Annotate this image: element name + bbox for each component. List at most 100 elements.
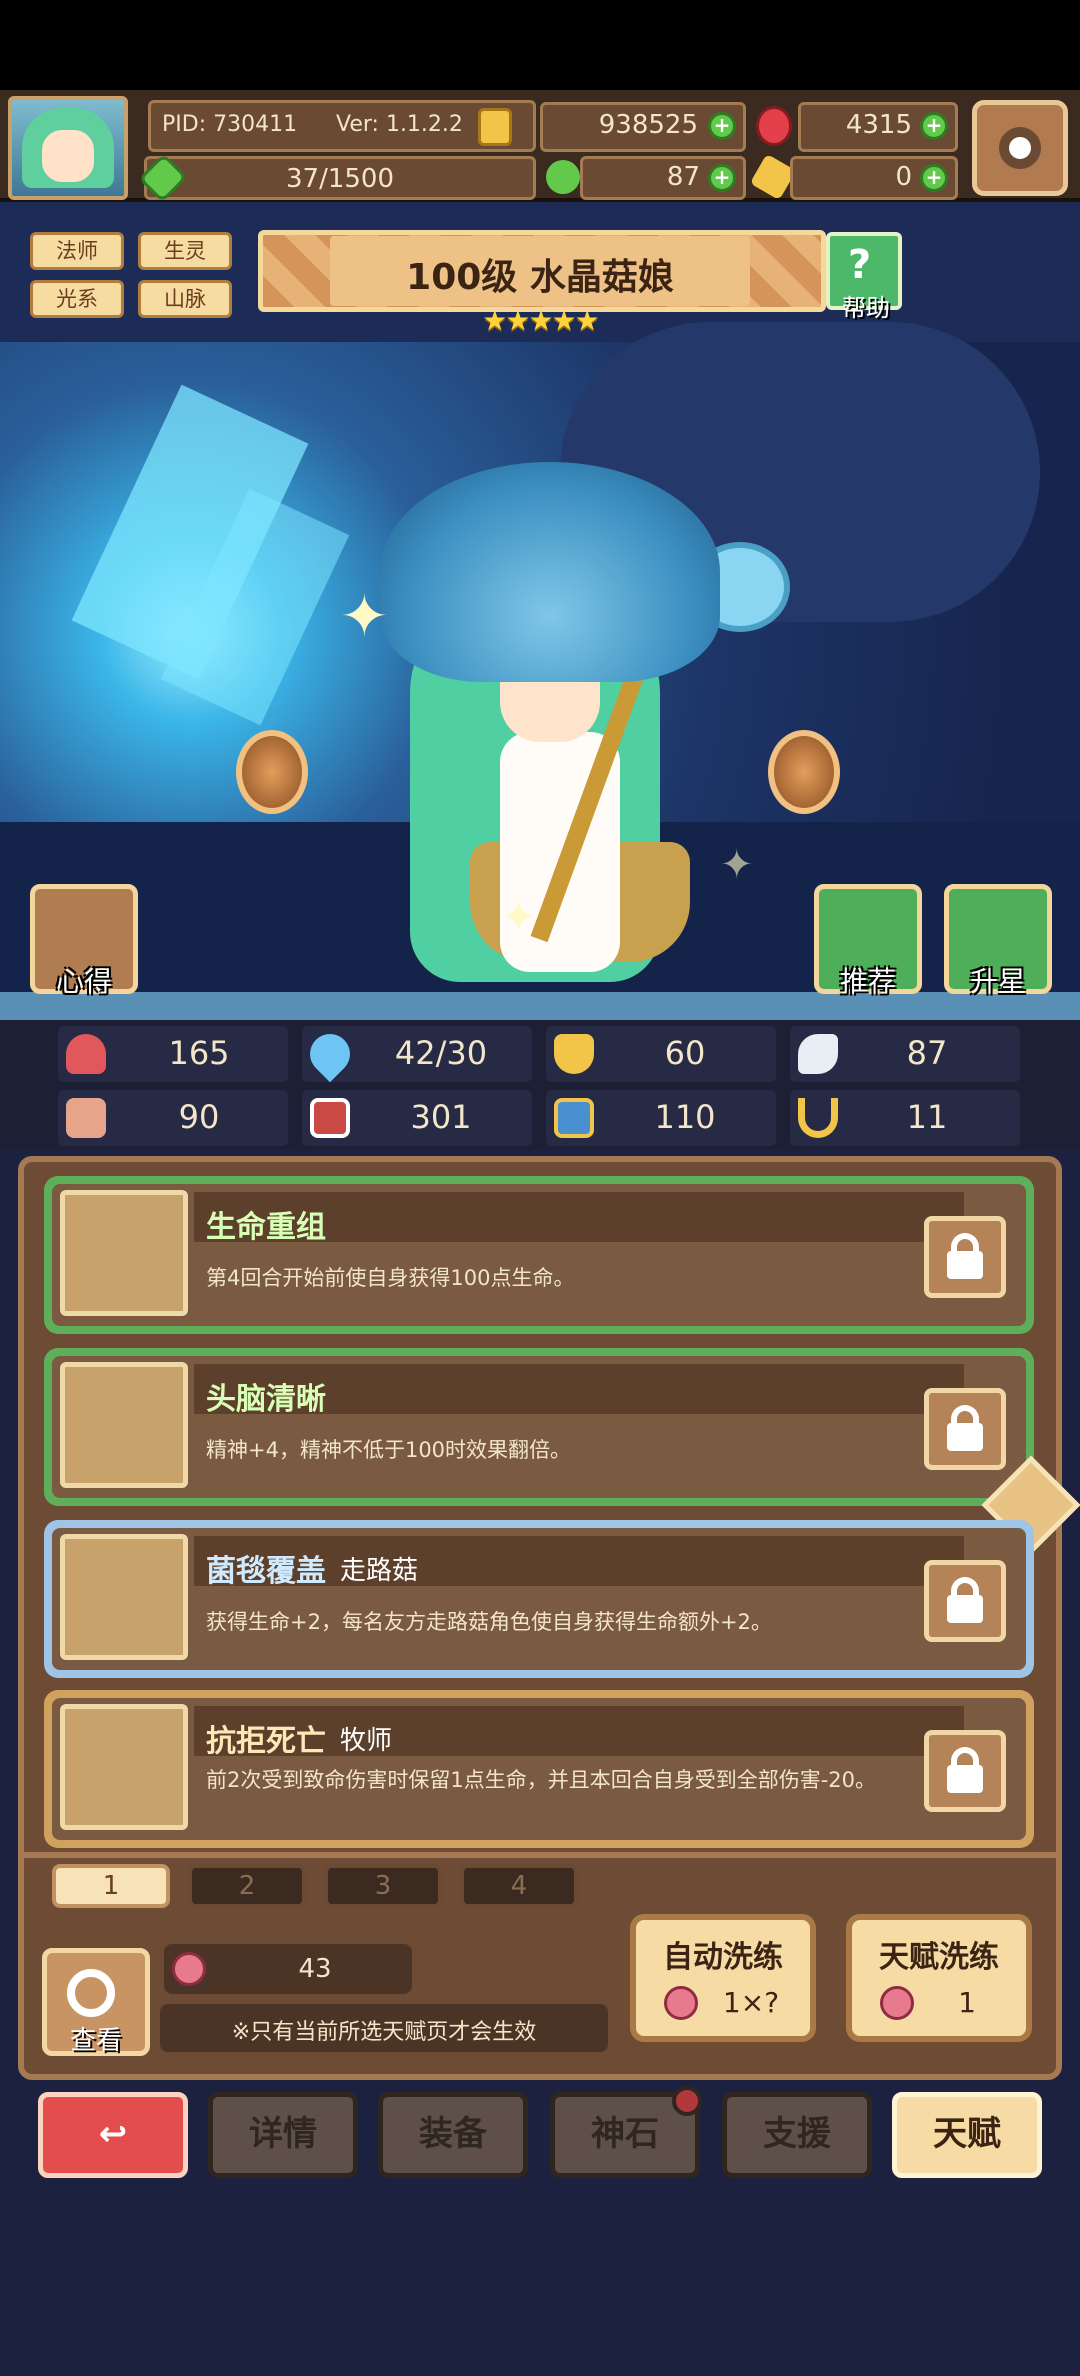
fist-icon (66, 1098, 106, 1138)
talent-card[interactable]: 生命重组 第4回合开始前使自身获得100点生命。 (44, 1176, 1034, 1334)
talent-desc: 前2次受到致命伤害时保留1点生命，并且本回合自身受到全部伤害-20。 (206, 1768, 877, 1792)
add-clover-button[interactable]: + (708, 164, 736, 192)
stat-defense-value: 110 (654, 1098, 716, 1136)
gold-coin-icon (478, 108, 512, 146)
stat-mana-value: 42/30 (394, 1034, 488, 1072)
lock-toggle-button[interactable] (924, 1730, 1006, 1812)
talent-name: 菌毯覆盖 (206, 1554, 326, 1589)
talent-tag: 走路菇 (340, 1556, 419, 1586)
notification-dot (672, 2086, 702, 2116)
fruit-icon (664, 1986, 698, 2020)
sparkle-icon: ✦ (500, 892, 537, 943)
class-tag-mage[interactable]: 法师 (30, 232, 124, 270)
status-bar (0, 0, 1080, 90)
lock-icon (947, 1765, 983, 1793)
cross-plus-icon (60, 1190, 188, 1316)
nav-talent[interactable]: 天赋 (892, 2092, 1042, 2178)
stat-speed-value: 87 (906, 1034, 948, 1072)
auto-reroll-cost: 1×? (722, 1986, 780, 2019)
lock-toggle-button[interactable] (924, 1216, 1006, 1298)
divider (18, 1852, 1062, 1858)
exp-progress: 37/1500 (285, 164, 394, 194)
add-gold-button[interactable]: + (708, 112, 736, 140)
gold-amount: 938525 (598, 110, 698, 140)
talent-desc: 精神+4，精神不低于100时效果翻倍。 (206, 1438, 572, 1462)
back-button[interactable]: ↩ (38, 2092, 188, 2178)
talent-reroll-cost: 1 (958, 1986, 976, 2019)
gem-amount: 4315 (845, 110, 912, 140)
settings-gear-button[interactable] (972, 100, 1068, 196)
talent-page-tab-4[interactable]: 4 (460, 1864, 578, 1908)
key-amount: 0 (895, 162, 912, 192)
stat-attack-value: 90 (178, 1098, 220, 1136)
lock-toggle-button[interactable] (924, 1388, 1006, 1470)
nav-equipment[interactable]: 装备 (378, 2092, 528, 2178)
clover-amount: 87 (666, 162, 700, 192)
talent-card[interactable]: 头脑清晰 精神+4，精神不低于100时效果翻倍。 (44, 1348, 1034, 1506)
talent-name: 生命重组 (206, 1210, 326, 1245)
lock-icon (947, 1595, 983, 1623)
recommend-label: 推荐 (839, 965, 896, 998)
ruby-gem-icon (756, 106, 792, 146)
horseshoe-icon (798, 1098, 838, 1138)
star-rating: ★★★★★ (482, 304, 600, 337)
upgrade-star-label: 升星 (969, 965, 1026, 998)
mushroom-icon (60, 1534, 188, 1660)
character-hat (380, 462, 720, 682)
terrain-tag-mountain[interactable]: 山脉 (138, 280, 232, 318)
add-key-button[interactable]: + (920, 164, 948, 192)
stat-luck-value: 11 (906, 1098, 948, 1136)
resource-amount: 43 (298, 1954, 332, 1984)
wing-icon (798, 1034, 838, 1074)
shield-icon (554, 1034, 594, 1074)
sparkle-icon: ✦ (720, 842, 754, 888)
stat-hp-value: 165 (168, 1034, 230, 1072)
insight-label: 心得 (55, 965, 112, 998)
lock-icon (947, 1423, 983, 1451)
fruit-icon (880, 1986, 914, 2020)
lock-toggle-button[interactable] (924, 1560, 1006, 1642)
lock-icon (947, 1251, 983, 1279)
talent-card[interactable]: 抗拒死亡 牧师 前2次受到致命伤害时保留1点生命，并且本回合自身受到全部伤害-2… (44, 1690, 1034, 1848)
clover-icon (546, 160, 580, 194)
cross-plus-icon (60, 1362, 188, 1488)
talent-desc: 获得生命+2，每名友方走路菇角色使自身获得生命额外+2。 (206, 1610, 772, 1634)
left-arrow-coin-button[interactable] (236, 730, 308, 814)
character-title: 100级 水晶菇娘 (406, 257, 674, 298)
help-label: 帮助 (842, 294, 890, 322)
talent-name: 抗拒死亡 (206, 1724, 326, 1759)
hammer-icon (60, 1704, 188, 1830)
talent-tag: 牧师 (340, 1726, 393, 1756)
sparkle-icon: ✦ (340, 582, 389, 650)
auto-reroll-label: 自动洗练 (663, 1940, 783, 1975)
right-arrow-coin-button[interactable] (768, 730, 840, 814)
player-avatar[interactable] (8, 96, 128, 200)
talent-reroll-button[interactable]: 天赋洗练 1 (846, 1914, 1032, 2042)
talent-page-note: ※只有当前所选天赋页才会生效 (231, 2020, 537, 2045)
game-version: Ver: 1.1.2.2 (336, 112, 463, 137)
magnifier-icon (67, 1969, 115, 2017)
talent-card[interactable]: 菌毯覆盖 走路菇 获得生命+2，每名友方走路菇角色使自身获得生命额外+2。 (44, 1520, 1034, 1678)
back-arrow-icon: ↩ (98, 2114, 128, 2154)
player-id: PID: 730411 (162, 112, 298, 137)
element-tag-light[interactable]: 光系 (30, 280, 124, 318)
talent-desc: 第4回合开始前使自身获得100点生命。 (206, 1266, 575, 1290)
gear-icon (999, 127, 1041, 169)
heart-icon (66, 1034, 106, 1074)
nav-details[interactable]: 详情 (208, 2092, 358, 2178)
talent-reroll-label: 天赋洗练 (879, 1940, 999, 1975)
talent-name: 头脑清晰 (206, 1382, 326, 1417)
question-icon: ? (848, 242, 872, 288)
nav-support[interactable]: 支援 (722, 2092, 872, 2178)
book-icon (310, 1098, 350, 1138)
boot-icon (554, 1098, 594, 1138)
auto-reroll-button[interactable]: 自动洗练 1×? (630, 1914, 816, 2042)
talent-page-tab-1[interactable]: 1 (52, 1864, 170, 1908)
fruit-icon (172, 1952, 206, 1986)
race-tag-creature[interactable]: 生灵 (138, 232, 232, 270)
talent-page-tab-2[interactable]: 2 (188, 1864, 306, 1908)
view-label: 查看 (69, 2026, 122, 2056)
talent-page-tab-3[interactable]: 3 (324, 1864, 442, 1908)
add-gem-button[interactable]: + (920, 112, 948, 140)
stat-armor-value: 60 (664, 1034, 706, 1072)
